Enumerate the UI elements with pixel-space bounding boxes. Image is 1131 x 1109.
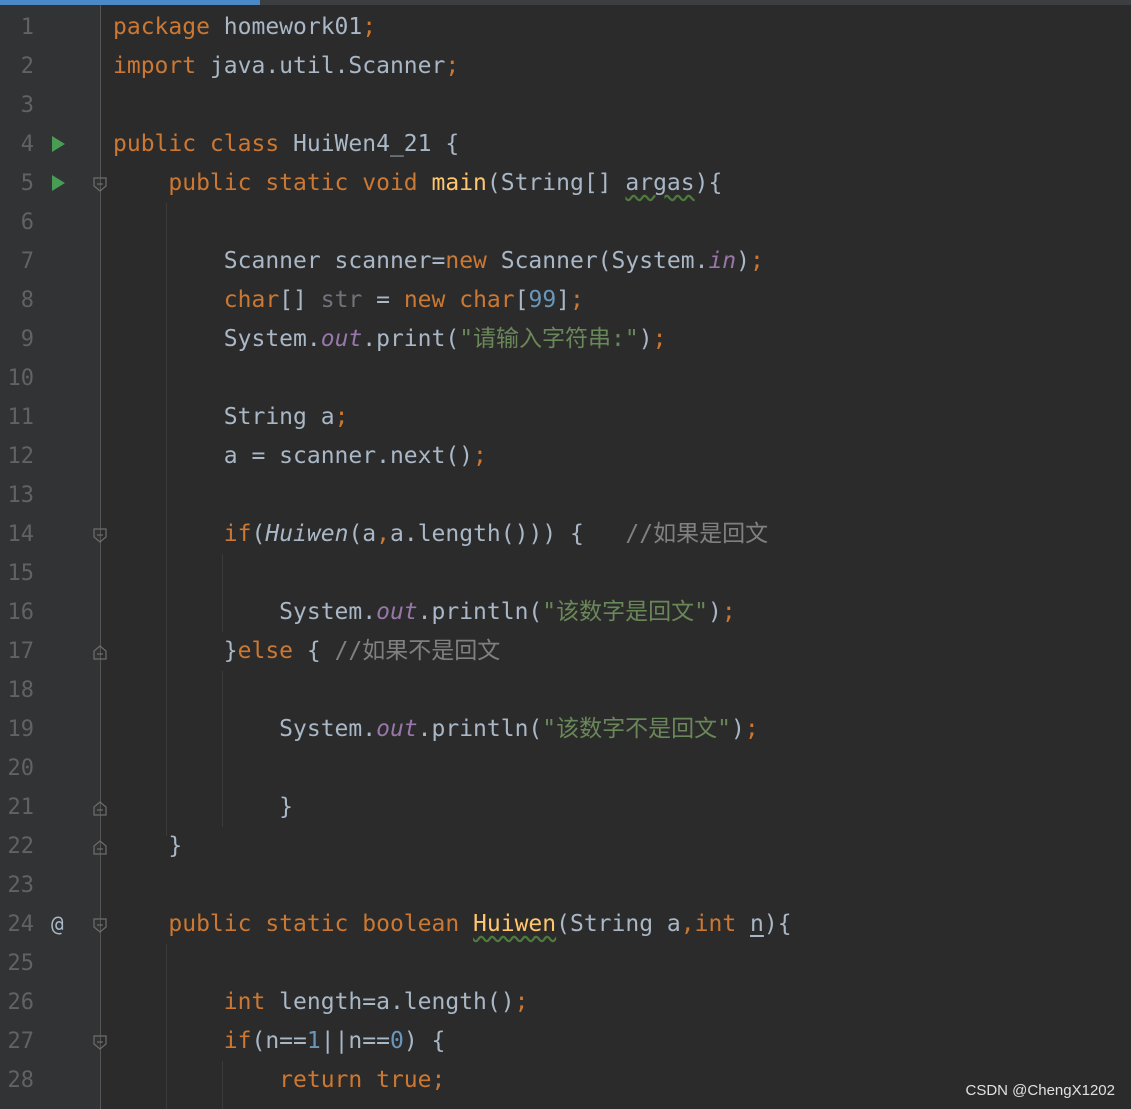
- code-text: public static boolean Huiwen(String a,in…: [168, 911, 792, 937]
- line-number: 22: [7, 834, 35, 859]
- line-number: 6: [20, 210, 34, 235]
- line-number: 4: [20, 132, 34, 157]
- code-text: }else { //如果不是回文: [223, 638, 501, 664]
- code-line: 19 System.out.println("该数字不是回文");: [0, 710, 1131, 749]
- code-line: 2 import java.util.Scanner;: [0, 47, 1131, 86]
- code-line: 26 int length=a.length();: [0, 983, 1131, 1022]
- code-line: 11 String a;: [0, 398, 1131, 437]
- code-line: 7 Scanner scanner=new Scanner(System.in)…: [0, 242, 1131, 281]
- code-line: 21 }: [0, 788, 1131, 827]
- line-number: 26: [7, 990, 35, 1015]
- line-number: 11: [7, 405, 35, 430]
- code-line: 4 public class HuiWen4_21 {: [0, 125, 1131, 164]
- code-line: 15: [0, 554, 1131, 593]
- code-line: 9 System.out.print("请输入字符串:");: [0, 320, 1131, 359]
- override-marker-icon[interactable]: @: [51, 905, 64, 944]
- fold-collapse-icon[interactable]: [93, 177, 107, 192]
- code-text: char[] str = new char[99];: [223, 287, 584, 313]
- code-text: System.out.print("请输入字符串:");: [223, 326, 667, 352]
- code-line: 10: [0, 359, 1131, 398]
- code-text: Scanner scanner=new Scanner(System.in);: [223, 248, 764, 274]
- code-line: 12 a = scanner.next();: [0, 437, 1131, 476]
- line-number: 2: [20, 54, 34, 79]
- code-text: if(Huiwen(a,a.length())) { //如果是回文: [223, 521, 769, 547]
- code-text: a = scanner.next();: [223, 443, 487, 469]
- line-number: 8: [20, 288, 34, 313]
- code-line: 5 public static void main(String[] argas…: [0, 164, 1131, 203]
- fold-end-icon[interactable]: [93, 645, 107, 660]
- code-text: public static void main(String[] argas){: [168, 170, 723, 196]
- line-number: 10: [7, 366, 35, 391]
- code-text: import java.util.Scanner;: [113, 53, 460, 79]
- code-line: 27 if(n==1||n==0) {: [0, 1022, 1131, 1061]
- code-line: 6: [0, 203, 1131, 242]
- code-line: 25: [0, 944, 1131, 983]
- line-number: 16: [7, 600, 35, 625]
- line-number: 14: [7, 522, 35, 547]
- fold-collapse-icon[interactable]: [93, 528, 107, 543]
- line-number: 23: [7, 873, 35, 898]
- code-line: 22 }: [0, 827, 1131, 866]
- code-line: 20: [0, 749, 1131, 788]
- code-line: 1 package homework01;: [0, 8, 1131, 47]
- fold-collapse-icon[interactable]: [93, 1035, 107, 1050]
- code-line: 3: [0, 86, 1131, 125]
- code-text: String a;: [223, 404, 349, 430]
- code-line: 16 System.out.println("该数字是回文");: [0, 593, 1131, 632]
- fold-end-icon[interactable]: [93, 801, 107, 816]
- line-number: 13: [7, 483, 35, 508]
- watermark: CSDN @ChengX1202: [965, 1082, 1115, 1099]
- line-number: 3: [20, 93, 34, 118]
- line-number: 24: [7, 912, 35, 937]
- line-number: 21: [7, 795, 35, 820]
- code-editor[interactable]: 1 package homework01; 2 import java.util…: [0, 8, 1131, 1100]
- line-number: 20: [7, 756, 35, 781]
- code-text: int length=a.length();: [223, 989, 529, 1015]
- run-icon[interactable]: [52, 136, 65, 152]
- line-number: 1: [20, 15, 34, 40]
- code-text: }: [168, 833, 183, 859]
- line-number: 18: [7, 678, 35, 703]
- line-number: 12: [7, 444, 35, 469]
- code-line: 13: [0, 476, 1131, 515]
- code-text: }: [279, 794, 294, 820]
- fold-collapse-icon[interactable]: [93, 918, 107, 933]
- line-number: 28: [7, 1068, 35, 1093]
- code-line: 17 }else { //如果不是回文: [0, 632, 1131, 671]
- line-number: 19: [7, 717, 35, 742]
- line-number: 25: [7, 951, 35, 976]
- run-icon[interactable]: [52, 175, 65, 191]
- code-line: 24 @ public static boolean Huiwen(String…: [0, 905, 1131, 944]
- code-line: 28 return true;: [0, 1061, 1131, 1100]
- line-number: 7: [20, 249, 34, 274]
- code-line: 14 if(Huiwen(a,a.length())) { //如果是回文: [0, 515, 1131, 554]
- code-text: package homework01;: [113, 14, 377, 40]
- code-text: if(n==1||n==0) {: [223, 1028, 446, 1054]
- code-text: System.out.println("该数字是回文");: [279, 599, 736, 625]
- line-number: 17: [7, 639, 35, 664]
- code-text: public class HuiWen4_21 {: [113, 131, 460, 157]
- line-number: 15: [7, 561, 35, 586]
- line-number: 5: [20, 171, 34, 196]
- code-line: 18: [0, 671, 1131, 710]
- fold-end-icon[interactable]: [93, 840, 107, 855]
- line-number: 27: [7, 1029, 35, 1054]
- code-line: 23: [0, 866, 1131, 905]
- code-text: return true;: [279, 1067, 446, 1093]
- code-line: 8 char[] str = new char[99];: [0, 281, 1131, 320]
- line-number: 9: [20, 327, 34, 352]
- code-text: System.out.println("该数字不是回文");: [279, 716, 759, 742]
